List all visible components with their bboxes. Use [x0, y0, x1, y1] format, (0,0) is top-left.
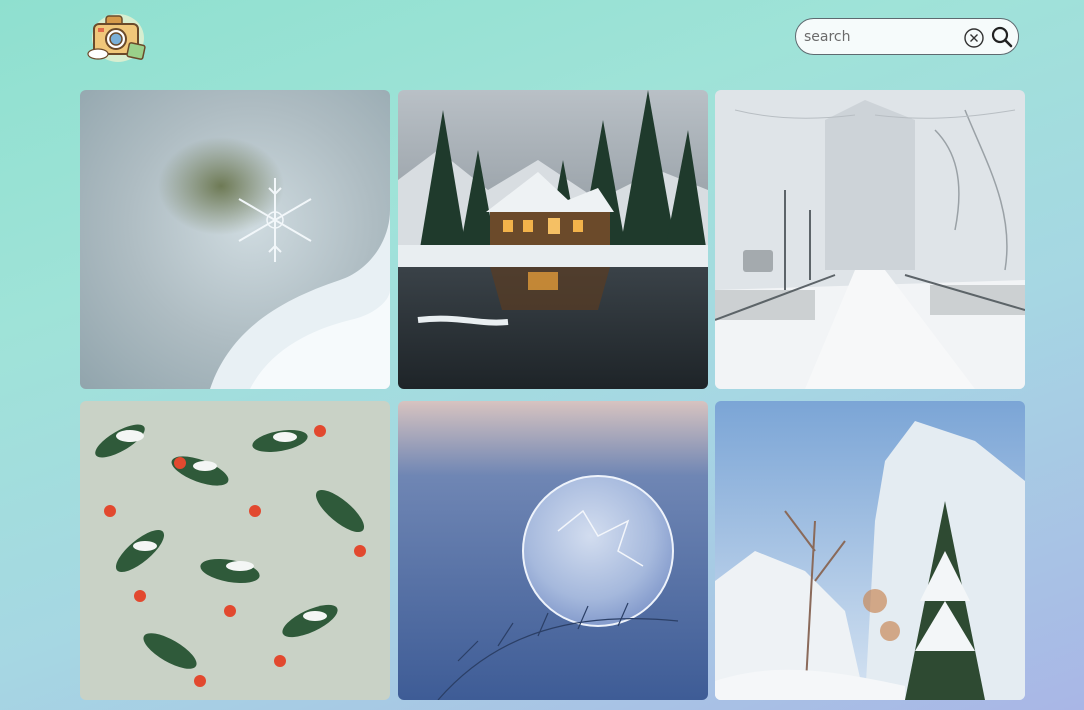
gallery-image-snowy-trees[interactable] [715, 401, 1025, 700]
gallery-image-snowy-street[interactable] [715, 90, 1025, 389]
camera-logo-icon[interactable] [84, 8, 150, 66]
gallery-image-frozen-bubble[interactable] [398, 401, 708, 700]
image-gallery [80, 90, 1025, 701]
gallery-image-snowy-berries[interactable] [80, 401, 390, 700]
header [0, 0, 1084, 80]
search-input[interactable] [804, 28, 954, 45]
search-icon[interactable] [990, 25, 1014, 49]
gallery-image-snowy-cabin[interactable] [398, 90, 708, 389]
gallery-image-snowflake[interactable] [80, 90, 390, 389]
search-bar [795, 18, 1019, 55]
clear-icon[interactable] [963, 27, 985, 49]
